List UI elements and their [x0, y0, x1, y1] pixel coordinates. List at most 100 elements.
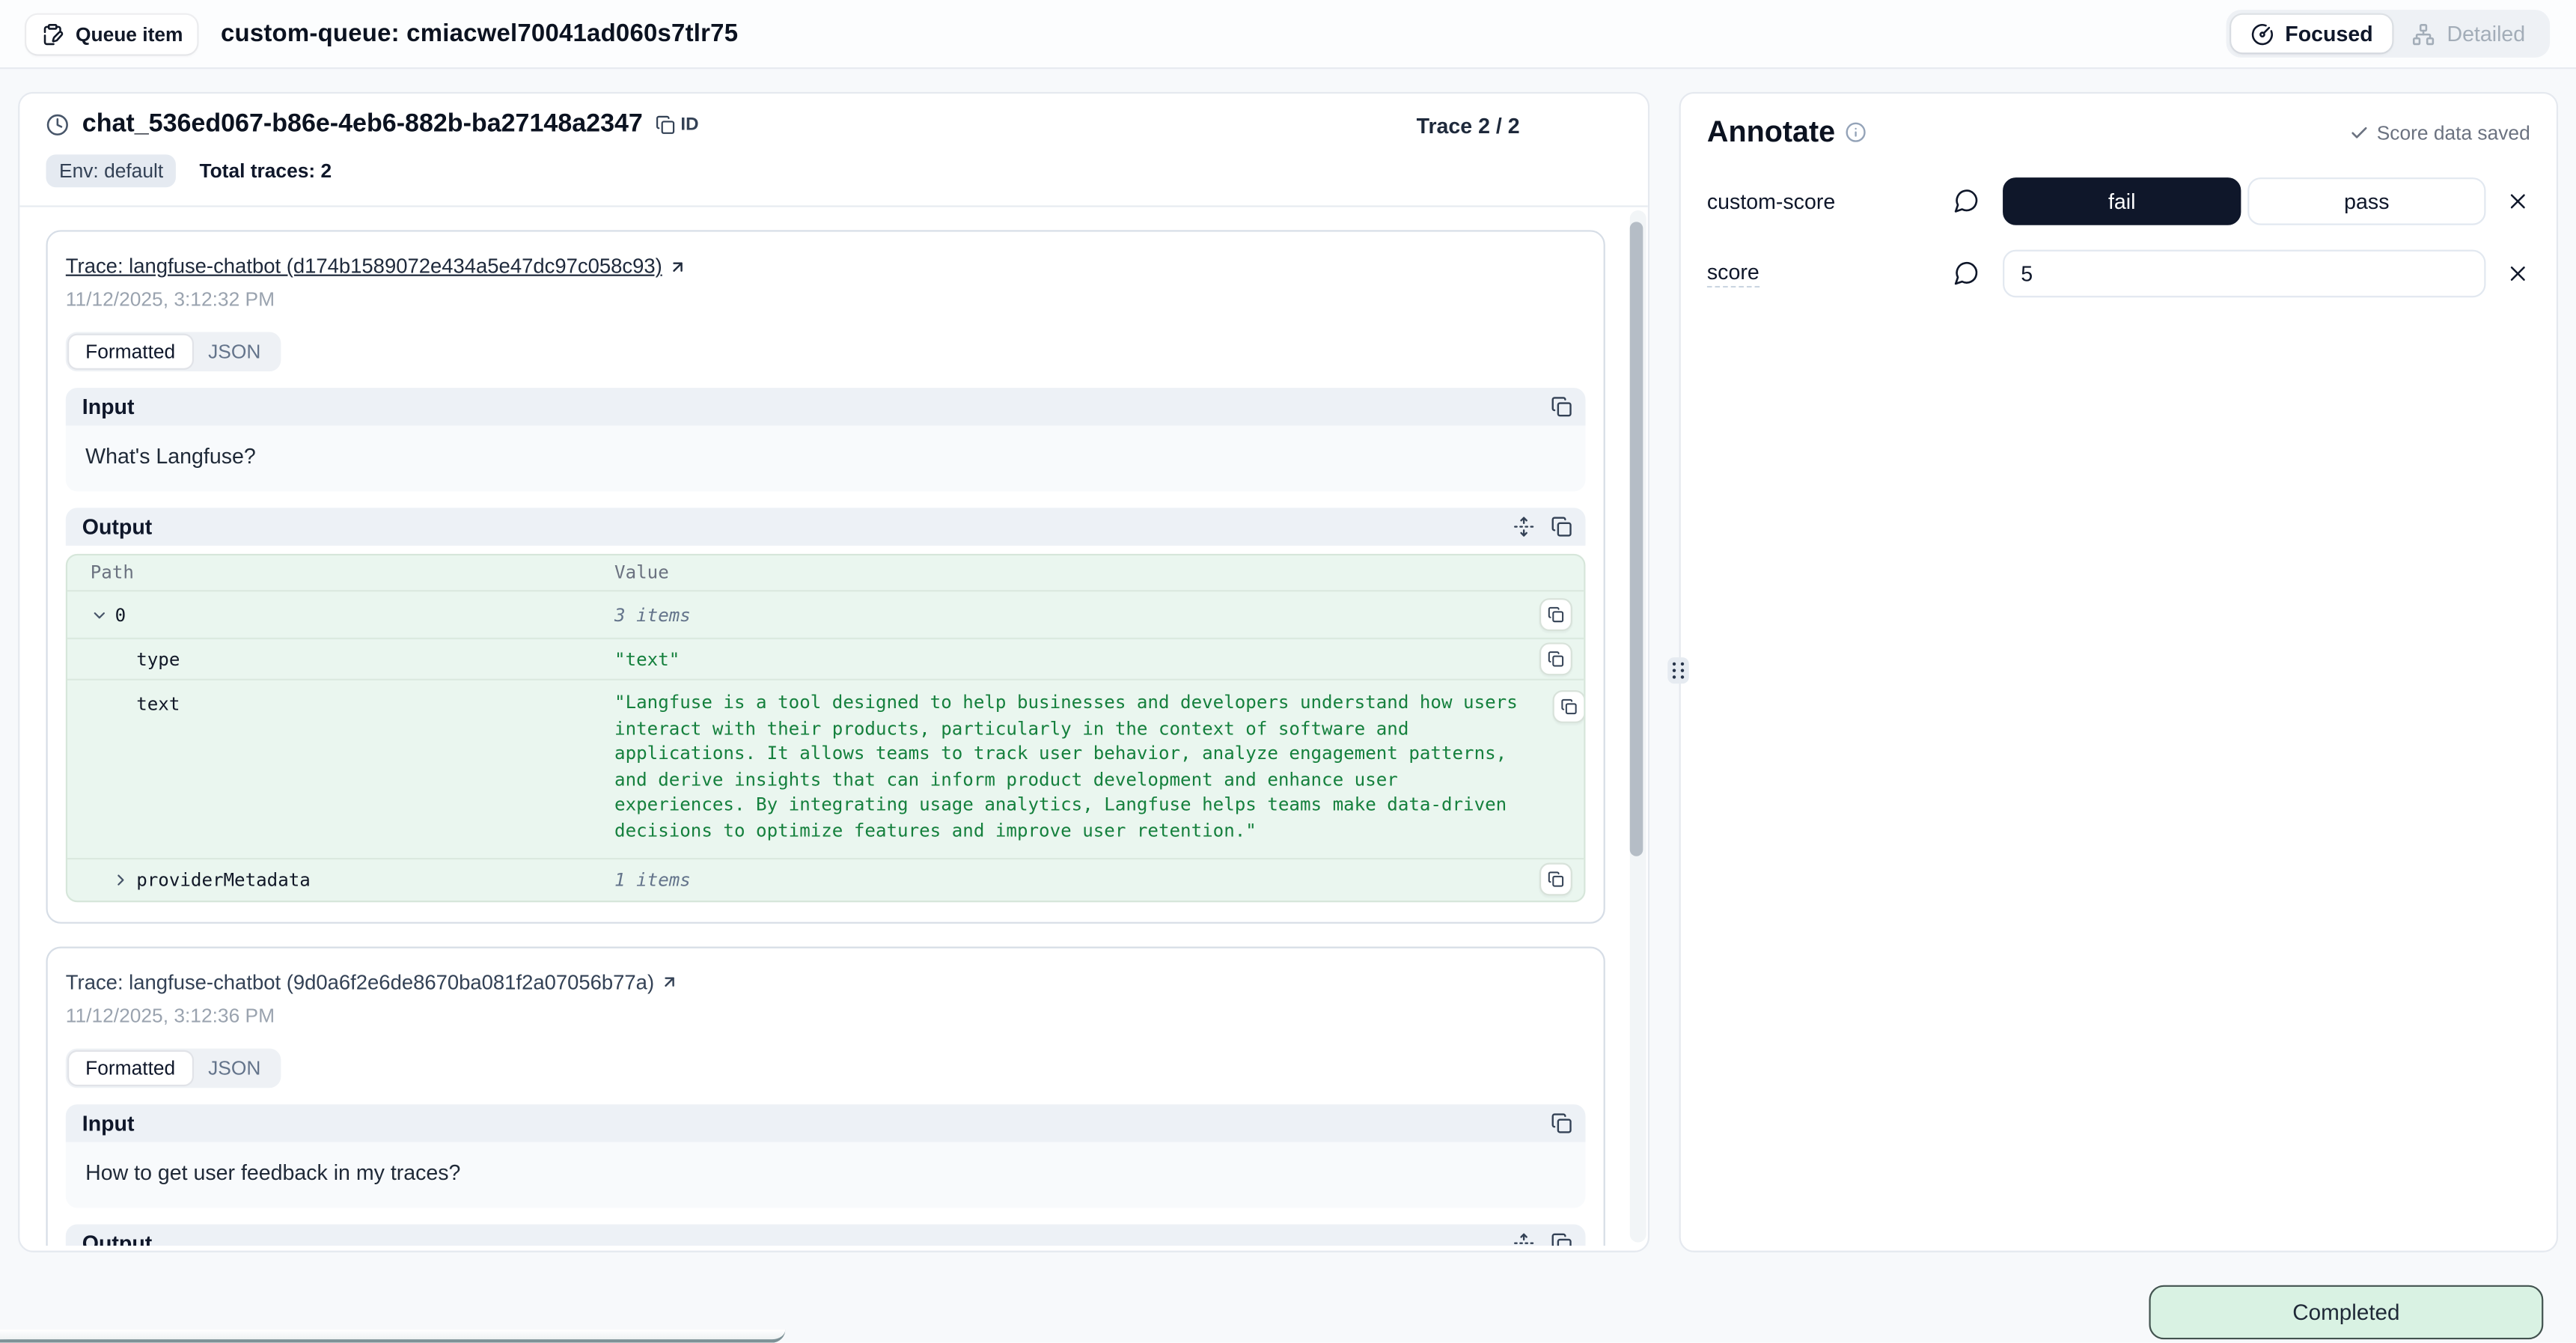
- item-title: chat_536ed067-b86e-4eb6-882b-ba27148a234…: [82, 110, 643, 140]
- focused-view-button[interactable]: Focused: [2231, 15, 2393, 52]
- copy-input-button[interactable]: [1551, 1112, 1572, 1133]
- input-text: How to get user feedback in my traces?: [66, 1142, 1586, 1208]
- tab-formatted[interactable]: Formatted: [69, 335, 192, 368]
- completed-button[interactable]: Completed: [2149, 1285, 2543, 1339]
- view-toggle: Focused Detailed: [2226, 10, 2550, 58]
- id-label: ID: [680, 115, 698, 135]
- copy-icon: [1551, 1232, 1572, 1246]
- unfold-vertical-icon: [1513, 1232, 1535, 1246]
- copy-icon: [1548, 871, 1564, 888]
- check-icon: [2348, 123, 2368, 142]
- tab-json[interactable]: JSON: [192, 1051, 277, 1084]
- json-key: type: [136, 648, 180, 670]
- tab-json[interactable]: JSON: [192, 335, 277, 368]
- input-label: Input: [82, 395, 135, 419]
- table-row: text "Langfuse is a tool designed to hel…: [67, 679, 1584, 857]
- copy-row-button[interactable]: [1539, 598, 1572, 631]
- copy-output-button[interactable]: [1551, 1232, 1572, 1246]
- output-section: Output Path Valu: [66, 1224, 1586, 1246]
- score-label: score: [1707, 259, 1759, 287]
- copy-row-button[interactable]: [1539, 863, 1572, 896]
- focused-view-label: Focused: [2285, 22, 2372, 46]
- external-link-icon: [669, 258, 687, 275]
- trace-link-2[interactable]: Trace: langfuse-chatbot (9d0a6f2e6de8670…: [66, 970, 679, 993]
- comment-button[interactable]: [1953, 187, 1980, 213]
- json-value: 3 items: [614, 604, 1531, 626]
- format-tabs: Formatted JSON: [66, 332, 281, 371]
- json-value: "Langfuse is a tool designed to help bus…: [614, 690, 1545, 844]
- table-row: type "text": [67, 638, 1584, 679]
- score-row-score: score: [1707, 248, 2530, 297]
- comment-button[interactable]: [1953, 260, 1980, 286]
- env-badge: Env: default: [46, 154, 176, 187]
- page-title: custom-queue: cmiacwel70041ad060s7tlr75: [221, 19, 738, 47]
- score-value-input[interactable]: [2003, 249, 2485, 297]
- annotation-queue-page: Queue item custom-queue: cmiacwel70041ad…: [0, 0, 2576, 1343]
- chevron-right-icon[interactable]: [112, 871, 129, 889]
- copy-row-button[interactable]: [1539, 642, 1572, 675]
- score-label: custom-score: [1707, 188, 1835, 213]
- json-key: text: [136, 693, 180, 715]
- detailed-view-button[interactable]: Detailed: [2393, 15, 2545, 52]
- copy-icon: [1551, 1112, 1572, 1133]
- x-icon: [2506, 261, 2530, 285]
- trace-link-label: Trace: langfuse-chatbot (9d0a6f2e6de8670…: [66, 970, 654, 993]
- copy-output-button[interactable]: [1551, 516, 1572, 537]
- json-value: "text": [614, 648, 1531, 670]
- annotate-title: Annotate: [1707, 115, 1835, 150]
- total-traces: Total traces: 2: [199, 159, 332, 183]
- copy-input-button[interactable]: [1551, 396, 1572, 418]
- trace-counter: Trace 2 / 2: [1417, 112, 1622, 137]
- unfold-vertical-icon: [1513, 516, 1535, 537]
- comment-icon: [1953, 187, 1980, 213]
- trace-link-label: Trace: langfuse-chatbot (d174b1589072e43…: [66, 255, 662, 278]
- expand-output-button[interactable]: [1513, 1232, 1535, 1246]
- top-bar: Queue item custom-queue: cmiacwel70041ad…: [0, 0, 2576, 69]
- item-header: chat_536ed067-b86e-4eb6-882b-ba27148a234…: [19, 94, 1648, 207]
- external-link-icon: [661, 973, 679, 991]
- copy-icon: [1561, 698, 1578, 715]
- queue-item-badge-label: Queue item: [76, 22, 183, 46]
- score-option-pass[interactable]: pass: [2247, 177, 2485, 225]
- expand-output-button[interactable]: [1513, 516, 1535, 537]
- scrollbar-thumb[interactable]: [1630, 222, 1643, 856]
- copy-row-button[interactable]: [1553, 690, 1586, 723]
- scrollbar-track[interactable]: [1630, 210, 1646, 1243]
- save-status-label: Score data saved: [2377, 121, 2530, 144]
- json-key: 0: [115, 604, 126, 626]
- annotate-panel: Annotate Score data saved custom-score f…: [1679, 92, 2558, 1252]
- column-header-value: Value: [614, 555, 1531, 590]
- input-section: Input How to get user feedback in my tra…: [66, 1103, 1586, 1207]
- copy-icon: [656, 115, 675, 135]
- input-section: Input What's Langfuse?: [66, 388, 1586, 491]
- chevron-down-icon[interactable]: [91, 606, 109, 624]
- x-icon: [2506, 188, 2530, 213]
- score-row-custom-score: custom-score fail pass: [1707, 176, 2530, 225]
- circle-gauge-icon: [2250, 22, 2274, 46]
- copy-icon: [1548, 606, 1564, 623]
- copy-icon: [1548, 651, 1564, 667]
- column-header-path: Path: [67, 555, 614, 590]
- panel-resize-handle[interactable]: [1667, 657, 1689, 683]
- score-option-fail[interactable]: fail: [2003, 177, 2241, 225]
- output-label: Output: [82, 1230, 153, 1246]
- copy-icon: [1551, 516, 1572, 537]
- network-icon: [2412, 22, 2435, 46]
- table-row: providerMetadata 1 items: [67, 857, 1584, 900]
- input-label: Input: [82, 1110, 135, 1135]
- info-icon: [1845, 121, 1867, 143]
- tab-formatted[interactable]: Formatted: [69, 1051, 192, 1084]
- detailed-view-label: Detailed: [2447, 22, 2525, 46]
- copy-id-button[interactable]: ID: [656, 115, 698, 135]
- input-text: What's Langfuse?: [66, 426, 1586, 492]
- clock-icon: [46, 113, 69, 136]
- table-row: 0 3 items: [67, 590, 1584, 638]
- trace-card-2: Trace: langfuse-chatbot (9d0a6f2e6de8670…: [46, 946, 1605, 1246]
- trace-timestamp: 11/12/2025, 3:12:32 PM: [66, 287, 1586, 311]
- bottom-edge-strip: [0, 1330, 785, 1343]
- remove-score-button[interactable]: [2506, 188, 2530, 213]
- traces-scroll-area: Trace: langfuse-chatbot (d174b1589072e43…: [19, 207, 1648, 1246]
- format-tabs: Formatted JSON: [66, 1048, 281, 1088]
- trace-link-1[interactable]: Trace: langfuse-chatbot (d174b1589072e43…: [66, 255, 687, 278]
- remove-score-button[interactable]: [2506, 261, 2530, 285]
